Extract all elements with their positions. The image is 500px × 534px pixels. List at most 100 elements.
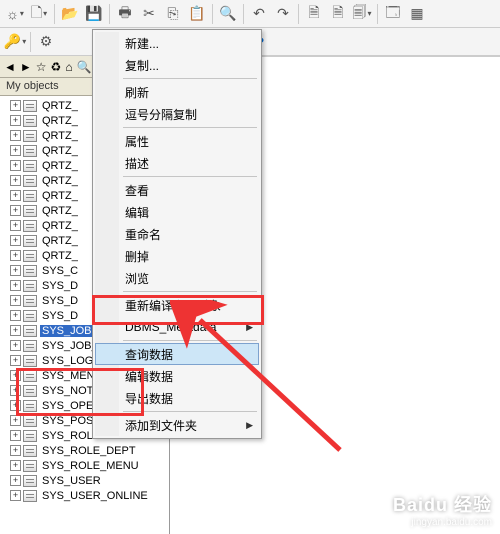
new-icon[interactable]: 🗋▾ <box>28 3 50 25</box>
expand-icon[interactable]: + <box>10 280 21 291</box>
expand-icon[interactable]: + <box>10 160 21 171</box>
table-label: QRTZ_ <box>40 130 80 142</box>
expand-icon[interactable]: + <box>10 490 21 501</box>
fwd-icon[interactable]: ► <box>20 60 32 74</box>
menu-item[interactable]: 逗号分隔复制 <box>95 103 259 125</box>
expand-icon[interactable]: + <box>10 340 21 351</box>
key-icon[interactable]: 🔑▾ <box>4 31 26 53</box>
expand-icon[interactable]: + <box>10 265 21 276</box>
table-label: QRTZ_ <box>40 235 80 247</box>
menu-item-label: 新建... <box>125 35 159 52</box>
menu-item[interactable]: 编辑 <box>95 201 259 223</box>
doc2-icon[interactable]: 🗎 <box>327 3 349 25</box>
table-icon <box>23 175 37 187</box>
menu-separator <box>123 291 257 292</box>
menu-item[interactable]: 重命名 <box>95 223 259 245</box>
grid-icon[interactable]: ▦ <box>406 3 428 25</box>
expand-icon[interactable]: + <box>10 130 21 141</box>
filter-icon[interactable]: 🔍 <box>77 60 92 74</box>
watermark-brand: Baidu 经验 <box>393 495 492 515</box>
table-label: SYS_C <box>40 265 80 277</box>
expand-icon[interactable]: + <box>10 205 21 216</box>
print-icon[interactable]: 🖶 <box>114 3 136 25</box>
expand-icon[interactable]: + <box>10 460 21 471</box>
menu-item[interactable]: 查看 <box>95 179 259 201</box>
table-row[interactable]: +SYS_ROLE_MENU <box>0 458 169 473</box>
export-icon[interactable]: 🗐▾ <box>351 3 373 25</box>
menu-item[interactable]: 删掉 <box>95 245 259 267</box>
refresh-icon[interactable]: ♻ <box>51 60 62 74</box>
expand-icon[interactable]: + <box>10 400 21 411</box>
sun-icon[interactable]: ☼▾ <box>4 3 26 25</box>
expand-icon[interactable]: + <box>10 190 21 201</box>
gear-icon[interactable]: ⚙ <box>35 31 57 53</box>
menu-item[interactable]: 浏览 <box>95 267 259 289</box>
expand-icon[interactable]: + <box>10 430 21 441</box>
expand-icon[interactable]: + <box>10 385 21 396</box>
table-label: QRTZ_ <box>40 190 80 202</box>
window-icon[interactable]: 🗔 <box>382 3 404 25</box>
star-icon[interactable]: ☆ <box>36 60 47 74</box>
table-icon <box>23 145 37 157</box>
expand-icon[interactable]: + <box>10 100 21 111</box>
table-icon <box>23 280 37 292</box>
expand-icon[interactable]: + <box>10 325 21 336</box>
menu-item[interactable]: 新建... <box>95 32 259 54</box>
expand-icon[interactable]: + <box>10 235 21 246</box>
menu-item-label: 删掉 <box>125 248 149 265</box>
menu-item[interactable]: 复制... <box>95 54 259 76</box>
menu-item-label: 编辑数据 <box>125 368 173 385</box>
menu-separator <box>123 340 257 341</box>
table-row[interactable]: +SYS_USER <box>0 473 169 488</box>
back-icon[interactable]: ◄ <box>4 60 16 74</box>
menu-item[interactable]: 重新编译参照对象 <box>95 294 259 316</box>
expand-icon[interactable]: + <box>10 355 21 366</box>
home-icon[interactable]: ⌂ <box>65 60 72 74</box>
expand-icon[interactable]: + <box>10 310 21 321</box>
expand-icon[interactable]: + <box>10 370 21 381</box>
expand-icon[interactable]: + <box>10 115 21 126</box>
table-icon <box>23 115 37 127</box>
context-menu: 新建... 复制... 刷新逗号分隔复制属性描述查看编辑重命名删掉浏览重新编译参照对… <box>92 29 262 439</box>
expand-icon[interactable]: + <box>10 295 21 306</box>
save-icon[interactable]: 💾 <box>83 3 105 25</box>
table-row[interactable]: +SYS_USER_ONLINE <box>0 488 169 503</box>
doc1-icon[interactable]: 🗎 <box>303 3 325 25</box>
expand-icon[interactable]: + <box>10 145 21 156</box>
table-row[interactable]: +SYS_ROLE_DEPT <box>0 443 169 458</box>
open-icon[interactable]: 📂 <box>59 3 81 25</box>
expand-icon[interactable]: + <box>10 445 21 456</box>
table-label: QRTZ_ <box>40 115 80 127</box>
expand-icon[interactable]: + <box>10 250 21 261</box>
menu-item[interactable]: 导出数据 <box>95 387 259 409</box>
copy-icon[interactable]: ⎘ <box>162 3 184 25</box>
table-label: SYS_JOB <box>40 325 94 337</box>
cut-icon[interactable]: ✂ <box>138 3 160 25</box>
expand-icon[interactable]: + <box>10 220 21 231</box>
menu-separator <box>123 78 257 79</box>
menu-item[interactable]: 属性 <box>95 130 259 152</box>
menu-item[interactable]: DBMS_Metadata▶ <box>95 316 259 338</box>
table-icon <box>23 265 37 277</box>
table-icon <box>23 355 37 367</box>
expand-icon[interactable]: + <box>10 475 21 486</box>
expand-icon[interactable]: + <box>10 175 21 186</box>
table-label: QRTZ_ <box>40 205 80 217</box>
paste-icon[interactable]: 📋 <box>186 3 208 25</box>
expand-icon[interactable]: + <box>10 415 21 426</box>
menu-separator <box>123 127 257 128</box>
undo-icon[interactable]: ↶ <box>248 3 270 25</box>
table-icon <box>23 310 37 322</box>
menu-item-label: 添加到文件夹 <box>125 417 197 434</box>
menu-item[interactable]: 刷新 <box>95 81 259 103</box>
menu-item[interactable]: 描述 <box>95 152 259 174</box>
table-label: SYS_D <box>40 295 80 307</box>
menu-item[interactable]: 添加到文件夹▶ <box>95 414 259 436</box>
menu-item[interactable]: 编辑数据 <box>95 365 259 387</box>
table-icon <box>23 160 37 172</box>
menu-item[interactable]: 查询数据 <box>95 343 259 365</box>
redo-icon[interactable]: ↷ <box>272 3 294 25</box>
menu-item-label: 重新编译参照对象 <box>125 297 221 314</box>
find-icon[interactable]: 🔍 <box>217 3 239 25</box>
menu-separator <box>123 176 257 177</box>
